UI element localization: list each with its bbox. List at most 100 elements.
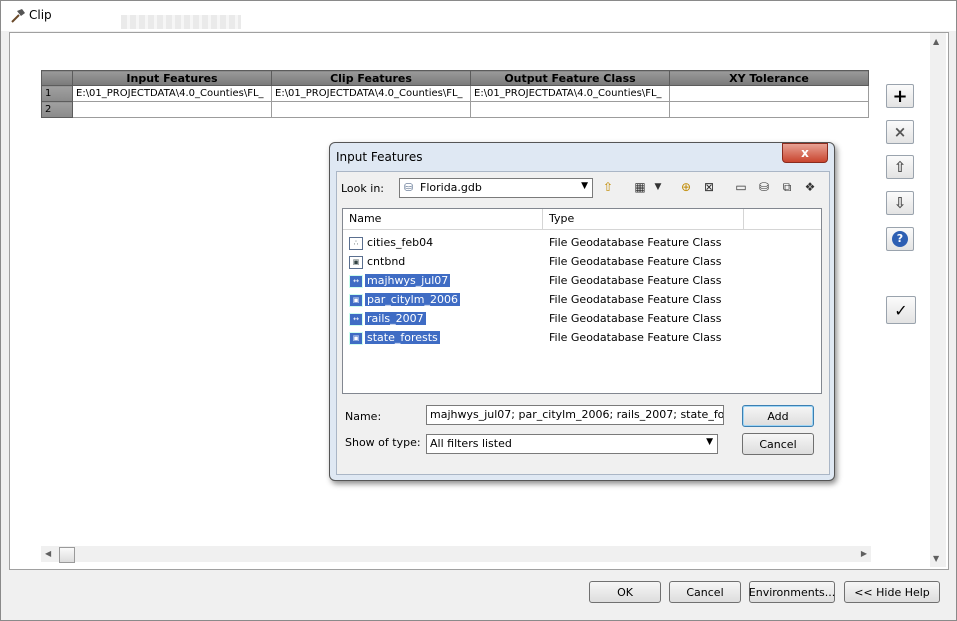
output-feature-class-cell[interactable]: E:\01_PROJECTDATA\4.0_Counties\FL_ (470, 85, 670, 102)
clip-features-cell[interactable]: E:\01_PROJECTDATA\4.0_Counties\FL_ (271, 85, 471, 102)
row-number-header (41, 70, 73, 86)
show-of-type-dropdown[interactable]: All filters listed ▼ (426, 434, 718, 454)
disconnect-folder-icon[interactable]: ⊠ (700, 179, 718, 195)
name-input[interactable]: majhwys_jul07; par_citylm_2006; rails_20… (426, 405, 724, 425)
up-one-level-icon[interactable]: ⇧ (599, 179, 617, 195)
dialog-body: Look in: ⛁ Florida.gdb ▼ ⇧ ▦ ▼ ⊕ ⊠ ▭ ⛁ ⧉… (336, 171, 830, 475)
scroll-up-icon[interactable]: ▲ (933, 37, 939, 46)
row-number: 1 (41, 85, 73, 102)
table-row[interactable]: 1 E:\01_PROJECTDATA\4.0_Counties\FL_ E:\… (41, 85, 869, 102)
output-feature-class-cell[interactable] (470, 101, 670, 118)
file-list[interactable]: Name Type ∴ cities_feb04 File Geodatabase … (342, 208, 822, 394)
look-in-label: Look in: (341, 182, 384, 195)
polygon-featureclass-icon: ▣ (349, 294, 363, 307)
polygon-featureclass-icon: ▣ (349, 256, 363, 269)
vertical-scrollbar[interactable]: ▲ ▼ (930, 33, 946, 567)
title-watermark (121, 15, 241, 29)
col-xy-tolerance[interactable]: XY Tolerance (669, 70, 869, 86)
dialog-title: Input Features (336, 150, 423, 164)
look-in-dropdown[interactable]: ⛁ Florida.gdb ▼ (399, 178, 593, 198)
move-up-button[interactable]: ⇧ (886, 155, 914, 179)
window-title: Clip (29, 8, 52, 22)
chevron-down-icon: ▼ (706, 437, 713, 447)
environments-button[interactable]: Environments... (749, 581, 835, 603)
list-item[interactable]: ↔ rails_2007 File Geodatabase Feature Clas… (343, 310, 821, 328)
show-of-type-value: All filters listed (430, 437, 512, 450)
row-number: 2 (41, 101, 73, 118)
features-grid: Input Features Clip Features Output Feat… (41, 70, 869, 118)
move-down-button[interactable]: ⇩ (886, 191, 914, 215)
arrow-down-icon: ⇩ (893, 194, 907, 212)
scroll-thumb[interactable] (59, 547, 75, 563)
polygon-featureclass-icon: ▣ (349, 332, 363, 345)
line-featureclass-icon: ↔ (349, 275, 363, 288)
line-featureclass-icon: ↔ (349, 313, 363, 326)
item-type: File Geodatabase Feature Class (549, 331, 722, 344)
list-header: Name Type (343, 209, 821, 230)
col-input-features[interactable]: Input Features (72, 70, 272, 86)
scroll-down-icon[interactable]: ▼ (933, 554, 939, 563)
ok-button[interactable]: OK (589, 581, 661, 603)
item-name: state_forests (365, 331, 440, 344)
list-item[interactable]: ▣ cntbnd File Geodatabase Feature Class (343, 253, 821, 271)
new-database-icon[interactable]: ⛁ (755, 179, 773, 195)
help-button[interactable]: ? (886, 227, 914, 251)
check-values-button[interactable]: ✓ (886, 296, 916, 324)
name-label: Name: (345, 410, 382, 423)
table-row[interactable]: 2 (41, 101, 869, 118)
point-featureclass-icon: ∴ (349, 237, 363, 250)
new-featureclass-icon[interactable]: ❖ (801, 179, 819, 195)
input-features-cell[interactable] (72, 101, 272, 118)
scroll-right-icon[interactable]: ▶ (861, 549, 867, 558)
column-divider (542, 209, 543, 229)
xy-tolerance-cell[interactable] (669, 101, 869, 118)
hide-help-button[interactable]: << Hide Help (844, 581, 940, 603)
type-column-header[interactable]: Type (549, 212, 574, 225)
item-name: majhwys_jul07 (365, 274, 451, 287)
list-item[interactable]: ∴ cities_feb04 File Geodatabase Feature Cl… (343, 234, 821, 252)
help-icon: ? (892, 231, 908, 247)
item-type: File Geodatabase Feature Class (549, 293, 722, 306)
add-row-button[interactable]: + (886, 84, 914, 108)
new-folder-icon[interactable]: ▭ (732, 179, 750, 195)
horizontal-scrollbar[interactable]: ◀ ▶ (41, 546, 871, 562)
col-output-feature-class[interactable]: Output Feature Class (470, 70, 670, 86)
title-bar: Clip (1, 1, 956, 31)
item-type: File Geodatabase Feature Class (549, 255, 722, 268)
clip-window: Clip ▲ ▼ Input Features Clip Features Ou… (0, 0, 957, 621)
item-name: rails_2007 (365, 312, 426, 325)
cancel-button[interactable]: Cancel (669, 581, 741, 603)
clip-features-cell[interactable] (271, 101, 471, 118)
input-features-cell[interactable]: E:\01_PROJECTDATA\4.0_Counties\FL_ (72, 85, 272, 102)
scroll-left-icon[interactable]: ◀ (45, 549, 51, 558)
list-item[interactable]: ▣ par_citylm_2006 File Geodatabase Feature… (343, 291, 821, 309)
close-icon: x (801, 146, 809, 160)
add-button[interactable]: Add (742, 405, 814, 427)
name-column-header[interactable]: Name (349, 212, 381, 225)
input-features-dialog: Input Features x Look in: ⛁ Florida.gdb … (329, 142, 835, 481)
geodatabase-icon: ⛁ (404, 181, 414, 194)
remove-row-button[interactable]: × (886, 120, 914, 144)
view-menu-icon[interactable]: ▦ (631, 179, 649, 195)
look-in-value: Florida.gdb (420, 181, 482, 194)
item-type: File Geodatabase Feature Class (549, 236, 722, 249)
item-name: cities_feb04 (367, 236, 434, 249)
list-item[interactable]: ▣ state_forests File Geodatabase Feature C… (343, 329, 821, 347)
chevron-down-icon: ▼ (581, 181, 588, 191)
dialog-close-button[interactable]: x (782, 143, 828, 163)
xy-tolerance-cell[interactable] (669, 85, 869, 102)
item-type: File Geodatabase Feature Class (549, 312, 722, 325)
plus-icon: + (892, 85, 908, 107)
arrow-up-icon: ⇧ (893, 158, 907, 176)
hammer-icon (9, 7, 27, 25)
column-divider (743, 209, 744, 229)
item-name: par_citylm_2006 (365, 293, 460, 306)
view-menu-chevron-icon[interactable]: ▼ (649, 179, 667, 195)
new-dataset-icon[interactable]: ⧉ (778, 179, 796, 195)
list-item[interactable]: ↔ majhwys_jul07 File Geodatabase Feature C… (343, 272, 821, 290)
checkmark-icon: ✓ (894, 300, 908, 320)
dialog-cancel-button[interactable]: Cancel (742, 433, 814, 455)
show-of-type-label: Show of type: (345, 436, 421, 449)
col-clip-features[interactable]: Clip Features (271, 70, 471, 86)
connect-folder-icon[interactable]: ⊕ (677, 179, 695, 195)
